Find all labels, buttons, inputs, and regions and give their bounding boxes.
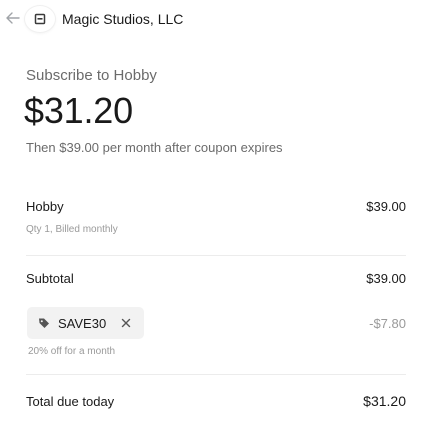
- remove-coupon-button[interactable]: [120, 317, 132, 329]
- divider: [26, 255, 406, 256]
- divider: [26, 374, 406, 375]
- total-due-label: Total due today: [26, 394, 115, 409]
- price-note: Then $39.00 per month after coupon expir…: [26, 140, 283, 155]
- total-due-amount: $31.20: [363, 393, 406, 409]
- arrow-left-icon: [6, 12, 20, 24]
- tag-icon: [38, 317, 50, 329]
- line-item-details: Qty 1, Billed monthly: [26, 224, 118, 235]
- coupon-code: SAVE30: [58, 315, 107, 331]
- coupon-pill: SAVE30: [27, 307, 144, 339]
- coupon-discount: -$7.80: [369, 316, 406, 331]
- back-button[interactable]: [4, 9, 22, 27]
- subtotal-amount: $39.00: [366, 271, 406, 286]
- merchant-logo[interactable]: [25, 6, 55, 32]
- coupon-description: 20% off for a month: [28, 346, 116, 357]
- subtotal-label: Subtotal: [26, 271, 74, 286]
- checkout-header: Magic Studios, LLC: [0, 0, 432, 38]
- line-item-amount: $39.00: [366, 199, 406, 214]
- merchant-logo-icon: [34, 13, 46, 25]
- subscribe-title: Subscribe to Hobby: [26, 67, 157, 84]
- close-icon: [121, 318, 131, 328]
- merchant-name: Magic Studios, LLC: [62, 11, 184, 27]
- total-price: $31.20: [24, 90, 133, 131]
- line-item-name: Hobby: [26, 199, 64, 214]
